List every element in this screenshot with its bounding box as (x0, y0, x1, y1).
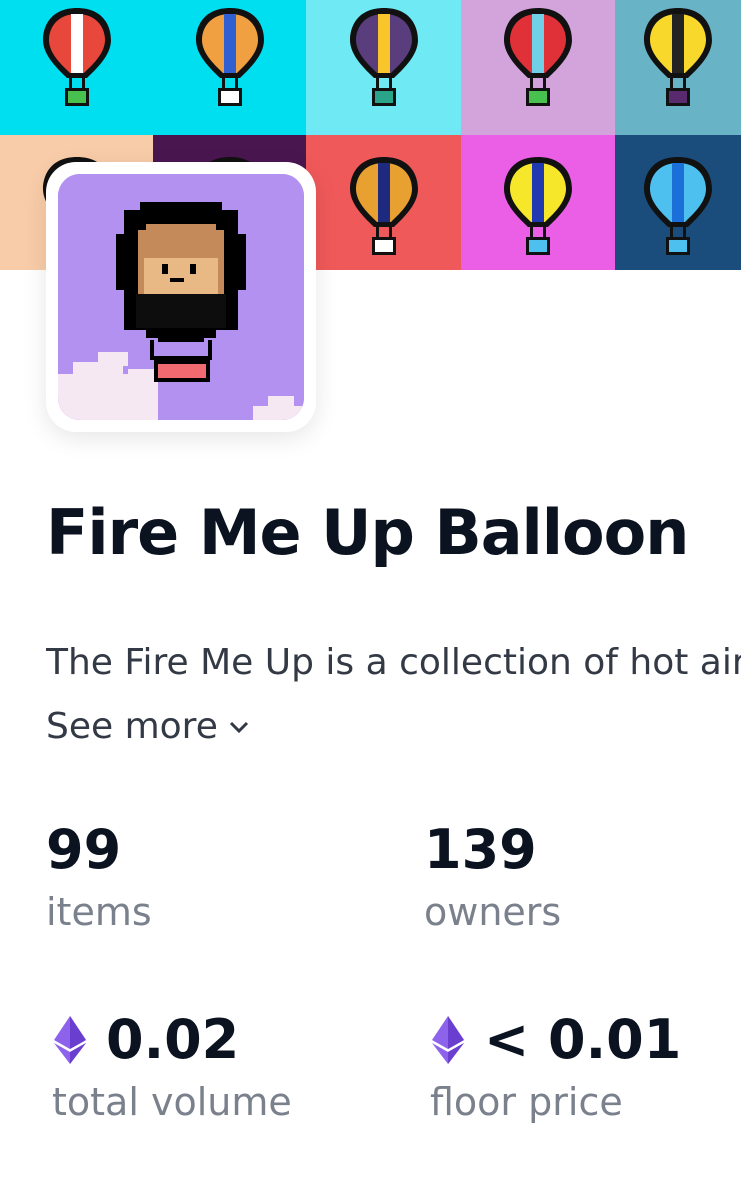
banner-tile (0, 0, 153, 135)
hot-air-balloon-icon (42, 8, 111, 106)
owners-count: 139 (424, 818, 537, 881)
hot-air-balloon-icon (349, 8, 418, 106)
floor-price-value-row: < 0.01 (430, 1008, 681, 1071)
hot-air-balloon-icon (504, 8, 572, 106)
banner-tile (306, 0, 461, 135)
hot-air-balloon-icon (504, 157, 572, 255)
total-volume-label: total volume (52, 1080, 292, 1124)
collection-avatar[interactable] (46, 162, 316, 432)
items-count: 99 (46, 818, 122, 881)
banner-tile (461, 0, 615, 135)
banner-tile (615, 0, 741, 135)
banner-tile (153, 0, 306, 135)
banner-tile (306, 135, 461, 270)
total-volume-value: 0.02 (106, 1008, 240, 1071)
floor-price-label: floor price (430, 1080, 623, 1124)
hot-air-balloon-icon (195, 8, 264, 106)
hot-air-balloon-icon (644, 8, 712, 106)
collection-description: The Fire Me Up is a collection of hot ai… (46, 642, 741, 683)
ethereum-icon (54, 1015, 86, 1064)
floor-price-value: < 0.01 (484, 1008, 682, 1071)
banner-tile (461, 135, 615, 270)
owners-label: owners (424, 890, 562, 934)
chevron-down-icon (229, 721, 248, 733)
monkey-balloon-avatar-image (58, 174, 304, 420)
see-more-label: See more (46, 706, 218, 747)
collection-title: Fire Me Up Balloon (46, 496, 689, 569)
ethereum-icon (432, 1015, 464, 1064)
see-more-button[interactable]: See more (46, 706, 250, 747)
monkey-balloon-icon (58, 174, 304, 420)
banner-tile (615, 135, 741, 270)
total-volume-value-row: 0.02 (52, 1008, 239, 1071)
hot-air-balloon-icon (349, 157, 418, 255)
hot-air-balloon-icon (644, 157, 712, 255)
items-label: items (46, 890, 152, 934)
